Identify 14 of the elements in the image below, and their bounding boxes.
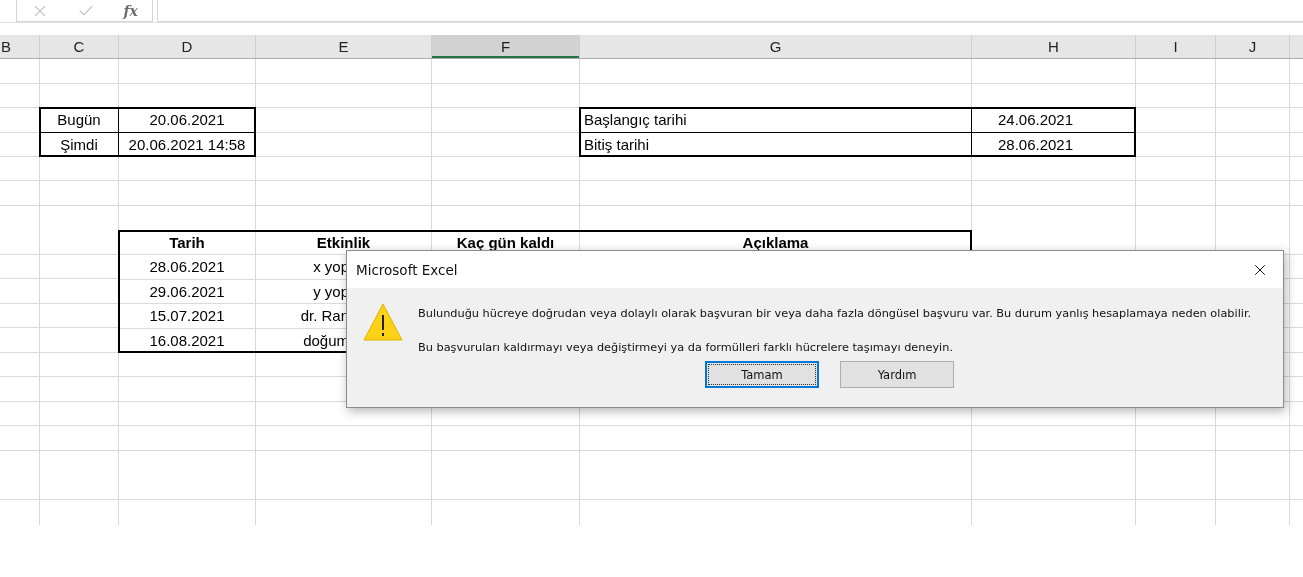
column-header[interactable]: J (1216, 35, 1290, 58)
column-header[interactable]: I (1136, 35, 1216, 58)
warning-icon (362, 302, 404, 342)
column-header[interactable]: C (40, 35, 119, 58)
table-cell: Başlangıç tarihi (580, 108, 972, 133)
column-header[interactable]: F (432, 35, 580, 58)
column-header[interactable]: B (0, 35, 40, 58)
dialog-button[interactable]: Tamam (705, 361, 819, 388)
formula-input[interactable] (157, 0, 1303, 22)
dialog-button[interactable]: Yardım (840, 361, 954, 388)
column-header[interactable]: D (119, 35, 256, 58)
column-header[interactable]: G (580, 35, 972, 58)
column-header[interactable]: H (972, 35, 1136, 58)
insert-function-button[interactable]: fx (123, 2, 138, 19)
